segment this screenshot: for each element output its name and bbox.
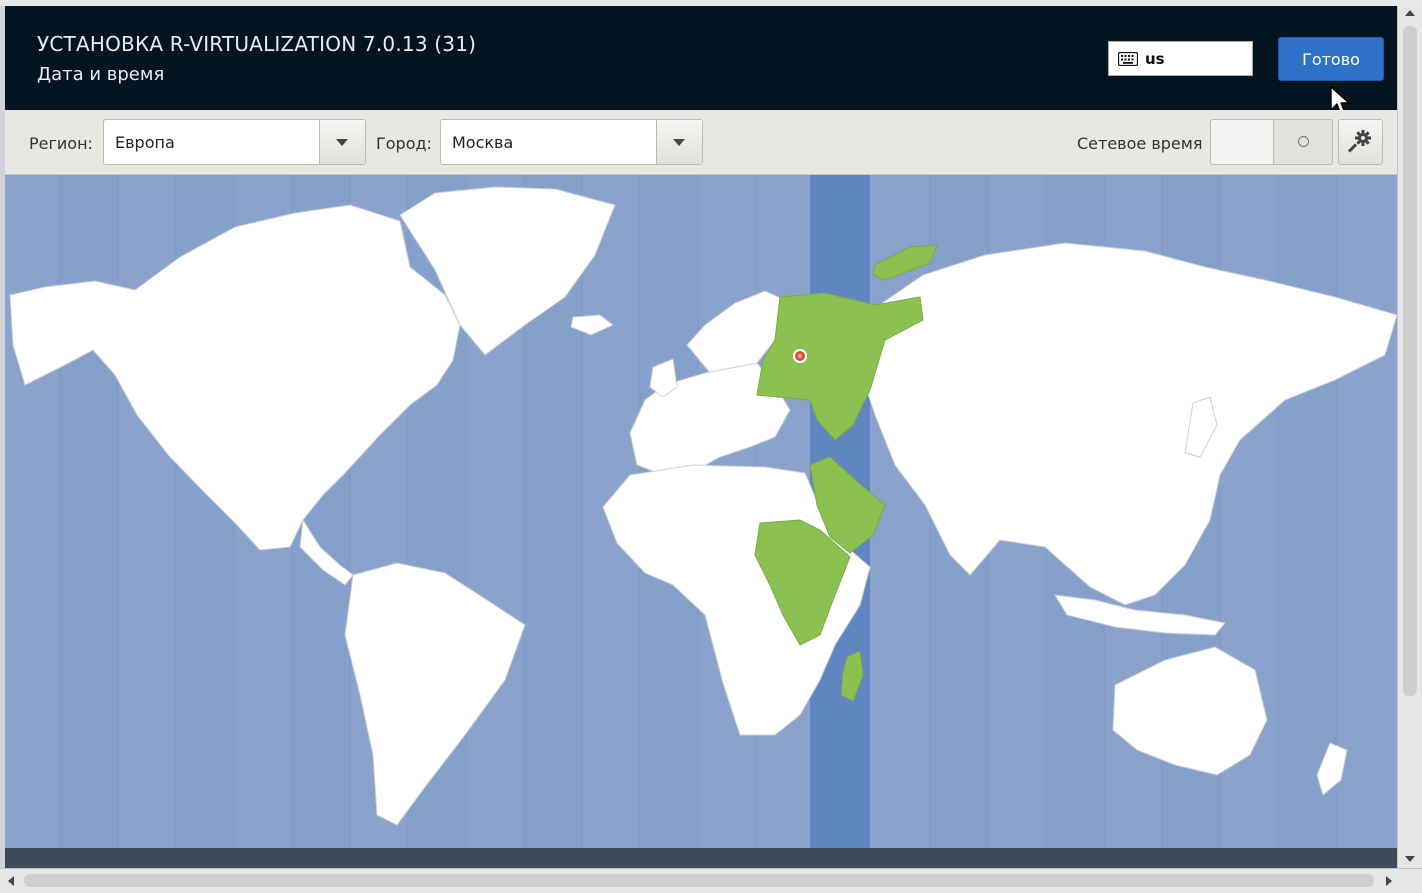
scroll-down-arrow-icon[interactable] xyxy=(1405,856,1415,862)
vertical-scroll-thumb[interactable] xyxy=(1403,26,1417,696)
map-bottom-strip xyxy=(5,848,1397,868)
horizontal-scrollbar[interactable] xyxy=(0,868,1422,893)
scroll-up-arrow-icon[interactable] xyxy=(1405,10,1415,16)
region-combobox[interactable]: Европа xyxy=(103,119,366,165)
installer-title: УСТАНОВКА R-VIRTUALIZATION 7.0.13 (31) xyxy=(37,32,477,56)
timezone-toolbar: Регион: Европа Город: Москва Сетевое вре… xyxy=(5,110,1397,175)
timezone-map[interactable] xyxy=(5,175,1397,848)
switch-knob xyxy=(1211,120,1274,164)
horizontal-scroll-thumb[interactable] xyxy=(24,874,1374,887)
done-button[interactable]: Готово xyxy=(1278,37,1384,81)
region-value: Европа xyxy=(115,133,175,152)
network-time-switch[interactable] xyxy=(1210,119,1333,165)
page-title: Дата и время xyxy=(37,64,165,85)
city-combobox[interactable]: Москва xyxy=(440,119,703,165)
scroll-right-arrow-icon[interactable] xyxy=(1386,876,1392,886)
city-dropdown-chevron-icon[interactable] xyxy=(656,120,702,164)
keyboard-layout-label: us xyxy=(1145,49,1165,68)
scroll-left-arrow-icon[interactable] xyxy=(8,876,14,886)
moscow-city-marker[interactable] xyxy=(793,349,807,363)
region-label: Регион: xyxy=(29,134,93,153)
city-label: Город: xyxy=(376,134,432,153)
header-bar: УСТАНОВКА R-VIRTUALIZATION 7.0.13 (31) Д… xyxy=(5,6,1397,116)
region-dropdown-chevron-icon[interactable] xyxy=(319,120,365,164)
keyboard-layout-indicator[interactable]: us xyxy=(1108,41,1253,76)
gear-icon xyxy=(1347,130,1371,153)
switch-off-indicator xyxy=(1298,136,1309,147)
city-value: Москва xyxy=(452,133,514,152)
vertical-scrollbar[interactable] xyxy=(1397,6,1422,868)
keyboard-icon xyxy=(1118,51,1138,66)
network-time-label: Сетевое время xyxy=(1077,134,1203,153)
ntp-settings-button[interactable] xyxy=(1338,119,1383,165)
